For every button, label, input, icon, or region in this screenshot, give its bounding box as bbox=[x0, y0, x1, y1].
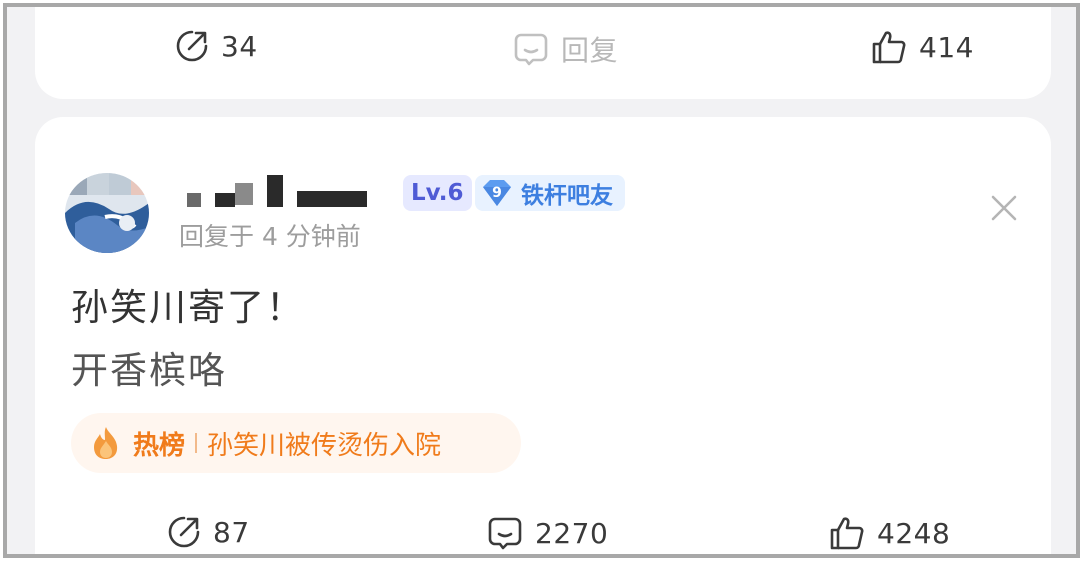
hot-topic-tag[interactable]: 热榜 孙笑川被传烫伤入院 bbox=[71, 413, 521, 473]
thumbs-up-icon bbox=[872, 31, 906, 64]
share-icon bbox=[176, 30, 208, 62]
like-button[interactable]: 4248 bbox=[829, 515, 950, 551]
share-icon bbox=[168, 516, 200, 548]
screenshot-frame: 34 回复 414 Lv.6 9 铁杆吧友 回复于 4 分钟前 孙笑川寄了！ 开… bbox=[3, 3, 1080, 558]
gem-icon: 9 bbox=[483, 180, 511, 206]
flame-icon bbox=[94, 427, 118, 459]
hot-label: 热榜 bbox=[133, 430, 186, 461]
divider bbox=[195, 433, 198, 453]
reply-time: 回复于 4 分钟前 bbox=[179, 222, 361, 251]
like-button-top[interactable]: 414 bbox=[871, 29, 974, 65]
title-level-number: 9 bbox=[492, 185, 502, 201]
share-count: 87 bbox=[213, 515, 250, 549]
level-badge: Lv.6 bbox=[403, 175, 472, 211]
comment-text-line-1: 孙笑川寄了！ bbox=[71, 286, 305, 329]
member-title-badge[interactable]: 9 铁杆吧友 bbox=[475, 175, 625, 211]
comment-icon bbox=[514, 33, 548, 66]
close-icon[interactable] bbox=[989, 193, 1019, 223]
comment-icon bbox=[488, 517, 522, 550]
avatar[interactable] bbox=[65, 173, 149, 253]
member-title: 铁杆吧友 bbox=[521, 183, 613, 209]
reply-button-top[interactable]: 回复 bbox=[513, 29, 618, 69]
username-censored[interactable] bbox=[177, 175, 377, 211]
share-button-top[interactable]: 34 bbox=[175, 29, 258, 63]
like-count: 4248 bbox=[877, 516, 951, 550]
share-button[interactable]: 87 bbox=[167, 515, 250, 549]
hot-topic-title: 孙笑川被传烫伤入院 bbox=[207, 430, 442, 461]
thumbs-up-icon bbox=[830, 517, 864, 550]
share-count: 34 bbox=[221, 29, 258, 63]
reply-button[interactable]: 2270 bbox=[487, 515, 608, 551]
reply-count: 2270 bbox=[535, 516, 609, 550]
like-count: 414 bbox=[919, 30, 974, 64]
comment-text-line-2: 开香槟咯 bbox=[71, 349, 227, 392]
reply-label: 回复 bbox=[561, 34, 619, 67]
